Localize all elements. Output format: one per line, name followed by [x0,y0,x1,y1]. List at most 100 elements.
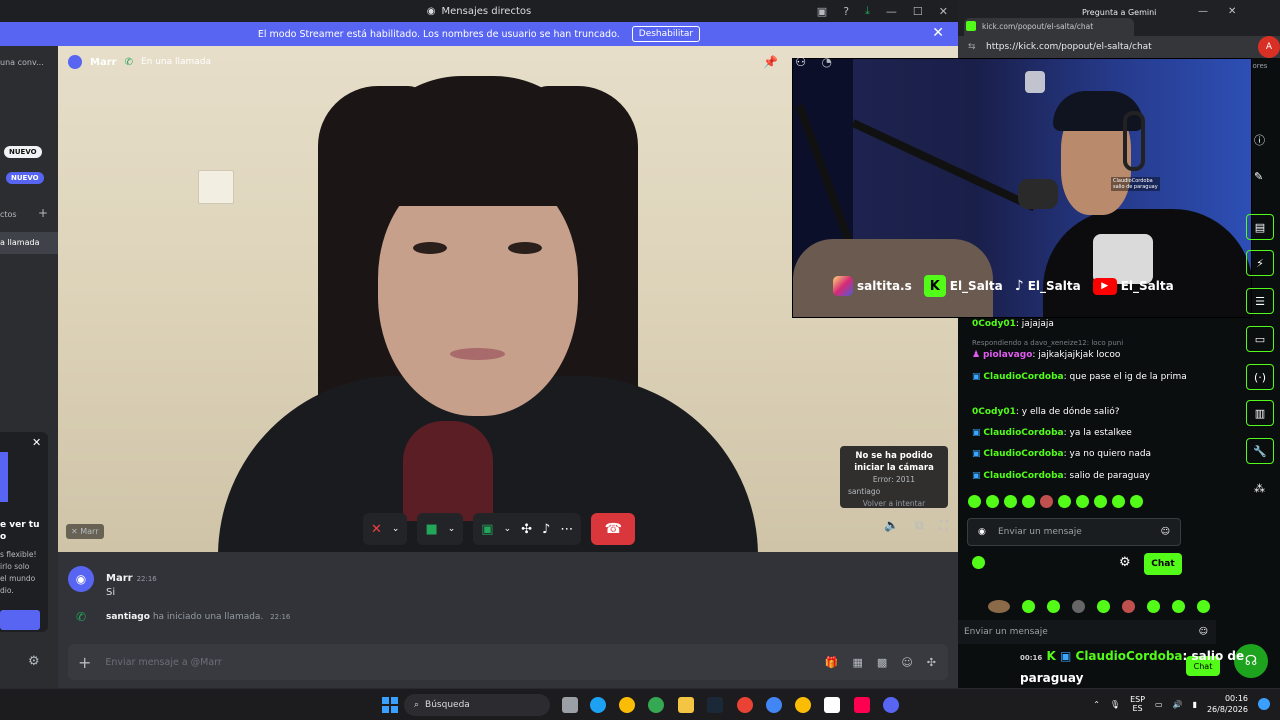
profile-icon[interactable]: ◔ [822,55,832,69]
add-dm-icon[interactable]: + [38,206,48,220]
message-input[interactable]: Enviar mensaje a @Marr [105,657,221,668]
mic-icon[interactable]: 🎙 [1110,700,1120,709]
rail-button[interactable]: ☰ [1246,288,1274,314]
rail-button[interactable]: ▥ [1246,400,1274,426]
chat-username[interactable]: ClaudioCordoba [983,449,1063,459]
soundboard-icon[interactable]: ♪ [542,522,550,537]
chat-username[interactable]: 0Cody01 [972,407,1016,417]
discord-icon[interactable] [883,697,899,713]
gift-icon[interactable]: 🎁 [825,656,839,669]
emote-icon[interactable] [1094,495,1107,508]
tiktok-icon[interactable] [854,697,870,713]
emote-icon[interactable] [1112,495,1125,508]
rail-button[interactable]: (·) [1246,364,1274,390]
minimize-button[interactable]: — [1198,6,1208,17]
close-window-button[interactable]: ✕ [939,5,948,18]
task-view-icon[interactable] [562,697,578,713]
chevron-down-icon[interactable]: ⌄ [448,524,456,534]
emote-icon[interactable] [1072,599,1085,613]
close-window-button[interactable]: ✕ [1228,6,1236,17]
chrome-icon[interactable] [766,697,782,713]
edit-icon[interactable]: ✎ [1254,170,1263,183]
help-icon[interactable]: ? [843,5,849,18]
chat-username[interactable]: ClaudioCordoba [983,471,1063,481]
kick-points-icon[interactable] [972,556,985,569]
end-call-button[interactable]: ☎ [591,513,636,545]
inbox-icon[interactable]: ▣ [817,5,827,18]
more-options-icon[interactable]: ⋯ [560,522,573,537]
emote-icon[interactable] [968,495,981,508]
volume-icon[interactable]: 🔈 [884,518,899,533]
profile-avatar[interactable]: A [1258,36,1280,58]
chat-username[interactable]: ClaudioCordoba [983,372,1063,382]
secondary-chat-input[interactable]: Enviar un mensaje ☺ [958,620,1216,644]
activities-icon[interactable]: ✣ [521,522,532,537]
message-author[interactable]: santiago [106,612,150,622]
close-icon[interactable]: ✕ [932,25,944,41]
emote-icon[interactable] [1004,495,1017,508]
chrome-icon[interactable] [737,697,753,713]
clock[interactable]: 00:16 26/8/2026 [1207,693,1248,715]
rail-button[interactable]: ▭ [1246,326,1274,352]
volume-icon[interactable]: 🔊 [1173,700,1183,709]
rail-button[interactable]: 🔧 [1246,438,1274,464]
share-icon[interactable]: ⁂ [1254,482,1265,495]
send-chat-button[interactable]: Chat [1144,553,1182,575]
sidebar-item-conversation[interactable]: una conv... [0,58,44,67]
settings-gear-icon[interactable]: ⚙ [28,654,40,669]
download-icon[interactable]: ⤓ [865,4,870,18]
file-explorer-icon[interactable] [678,697,694,713]
emote-icon[interactable] [1040,495,1053,508]
chat-username[interactable]: ClaudioCordoba [983,428,1063,438]
emote-icon[interactable] [1097,599,1110,613]
message-author[interactable]: Marr [106,573,133,584]
chat-username[interactable]: 0Cody01 [972,319,1016,329]
disable-streamer-button[interactable]: Deshabilitar [631,26,701,42]
emote-icon[interactable] [1022,599,1035,613]
chevron-up-icon[interactable]: ⌃ [1093,700,1100,709]
mic-muted-icon[interactable]: ✕ [371,522,382,537]
chat-settings-icon[interactable]: ⚙ [1119,555,1131,570]
emoji-icon[interactable]: ☺ [1199,627,1208,637]
rail-button[interactable]: ⚡ [1246,250,1274,276]
gif-icon[interactable]: ▦ [853,656,863,669]
add-friend-icon[interactable]: ⚇ [795,55,806,69]
sticker-icon[interactable]: ▩ [877,656,887,669]
browser-tab-gemini[interactable]: Pregunta a Gemini [1082,8,1156,17]
emote-icon[interactable] [986,495,999,508]
pin-icon[interactable]: 📌 [763,55,778,69]
start-button[interactable] [382,697,398,713]
emote-icon[interactable] [1172,599,1185,613]
emote-icon[interactable] [1122,599,1135,613]
language-indicator[interactable]: ESP ES [1130,695,1145,713]
emoji-icon[interactable]: ☺ [901,656,912,669]
taskbar-search[interactable]: ⌕ Búsqueda [404,694,550,716]
notification-icon[interactable] [1258,698,1270,710]
info-icon[interactable]: ⓘ [1254,132,1265,148]
battery-icon[interactable]: ▮ [1193,700,1197,709]
sidebar-item-call[interactable]: a llamada [0,232,58,254]
edge-icon[interactable] [590,697,606,713]
promo-button[interactable] [0,610,40,630]
maximize-button[interactable]: ☐ [913,5,923,18]
emote-icon[interactable] [1076,495,1089,508]
emote-icon[interactable] [1058,495,1071,508]
emote-icon[interactable] [1147,599,1160,613]
close-icon[interactable]: ✕ [32,436,41,449]
fullscreen-icon[interactable]: ⛶ [940,518,948,533]
chrome-icon[interactable] [619,697,635,713]
epic-games-icon[interactable] [824,697,840,713]
emoji-icon[interactable]: ☺ [1161,527,1170,537]
screen-share-icon[interactable]: ▣ [481,522,493,537]
avatar[interactable]: ◉ [68,566,94,592]
rail-button[interactable]: ▤ [1246,214,1274,240]
kick-chat-input[interactable]: ◉ Enviar un mensaje ☺ [967,518,1181,546]
chat-username[interactable]: piolavago [983,350,1032,360]
retry-camera-link[interactable]: Volver a intentar [840,498,948,510]
url-text[interactable]: https://kick.com/popout/el-salta/chat [986,42,1152,52]
chrome-icon[interactable] [648,697,664,713]
minimize-button[interactable]: — [886,5,897,18]
popout-icon[interactable]: ⧉ [915,518,924,533]
network-icon[interactable]: ▭ [1155,700,1163,709]
emote-icon[interactable] [988,599,1010,613]
